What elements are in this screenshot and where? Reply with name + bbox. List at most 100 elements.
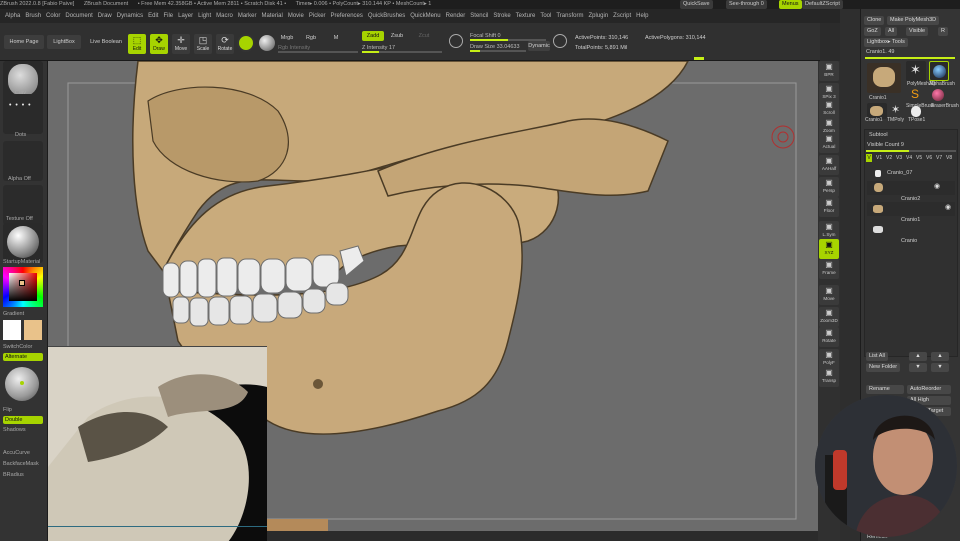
lightbox-button[interactable]: LightBox (47, 35, 81, 49)
new-folder-button[interactable]: New Folder (866, 363, 901, 372)
menu-picker[interactable]: Picker (309, 9, 326, 23)
menu-movie[interactable]: Movie (288, 9, 304, 23)
subtool-v8[interactable]: V8 (946, 155, 952, 161)
menu-transform[interactable]: Transform (556, 9, 583, 23)
menu-quickbrushes[interactable]: QuickBrushes (368, 9, 405, 23)
home-page-button[interactable]: Home Page (4, 35, 44, 49)
visibility-eye-icon[interactable]: ◉ (934, 182, 940, 190)
goz-button[interactable]: GoZ (864, 27, 881, 36)
shelf-zoom3d-button[interactable]: ▣ Zoom3D (819, 307, 839, 327)
switch-color-button[interactable]: SwitchColor (3, 344, 32, 350)
flip-button[interactable]: Flip (3, 407, 12, 413)
stroke-thumbnail[interactable]: • • • • (3, 94, 43, 134)
subtool-v5[interactable]: V5 (916, 155, 922, 161)
menu-zplugin[interactable]: Zplugin (588, 9, 608, 23)
autoreorder-button[interactable]: AutoReorder (907, 385, 951, 394)
menu-zscript[interactable]: Zscript (613, 9, 631, 23)
material-sphere-icon[interactable] (237, 34, 255, 52)
focal-shift-slider[interactable]: Focal Shift 0 (470, 32, 546, 41)
shelf-persp-button[interactable]: ▣ Persp (819, 177, 839, 197)
tool-simplebrush[interactable]: S (906, 87, 926, 103)
move-button[interactable]: ✛ Move (172, 34, 190, 54)
menu-alpha[interactable]: Alpha (5, 9, 20, 23)
live-boolean-button[interactable]: Live Boolean (85, 35, 127, 49)
alpha-thumbnail[interactable] (3, 141, 43, 181)
menu-stroke[interactable]: Stroke (493, 9, 510, 23)
shelf-frame-button[interactable]: ▣ Frame (819, 259, 839, 279)
subtool-v7[interactable]: V7 (936, 155, 942, 161)
menu-dynamics[interactable]: Dynamics (117, 9, 143, 23)
menu-texture[interactable]: Texture (516, 9, 536, 23)
menu-quickmenu[interactable]: QuickMenu (410, 9, 440, 23)
default-zscript-button[interactable]: DefaultZScript (802, 0, 843, 9)
shelf-rotate-button[interactable]: ▣ Rotate (819, 327, 839, 347)
menu-brush[interactable]: Brush (25, 9, 41, 23)
edit-button[interactable]: ⬚ Edit (128, 34, 146, 54)
tool-alphabrush[interactable] (929, 61, 949, 81)
shelf-bpr-button[interactable]: ▣ BPR (819, 61, 839, 81)
double-button[interactable]: Double (3, 416, 43, 424)
main-color-swatch[interactable] (24, 320, 42, 340)
arrow-down-button[interactable]: ▼ (909, 363, 927, 372)
subtool-v1[interactable]: V1 (876, 155, 882, 161)
rgb-intensity-slider[interactable]: Rgb Intensity (278, 44, 358, 53)
menu-help[interactable]: Help (636, 9, 648, 23)
visible-count-slider[interactable]: Visible Count 9 (867, 142, 904, 148)
tool-cranio1-thumb[interactable] (867, 63, 901, 93)
menu-light[interactable]: Light (198, 9, 211, 23)
tool-eraserbrush[interactable] (929, 87, 949, 103)
subtool-row-cranio2[interactable]: ◉ (867, 181, 955, 195)
menu-material[interactable]: Material (262, 9, 283, 23)
menu-render[interactable]: Render (446, 9, 466, 23)
subtool-v3[interactable]: V3 (896, 155, 902, 161)
subtool-v2[interactable]: V2 (886, 155, 892, 161)
current-tool-slider[interactable]: Cranio1. 49 (866, 49, 894, 55)
tool-polymesh3d[interactable]: ✶ (906, 61, 926, 81)
z-intensity-slider[interactable]: Z Intensity 17 (362, 44, 442, 53)
subtool-v-tab-active[interactable]: V (866, 154, 872, 162)
m-button[interactable]: M (330, 31, 342, 45)
shelf-aahalf-button[interactable]: ▣ AAHalf (819, 155, 839, 175)
visible-button[interactable]: Visible (906, 27, 929, 36)
rgb-button[interactable]: Rgb (303, 31, 319, 45)
menu-document[interactable]: Document (65, 9, 92, 23)
arrow-down-alt-button[interactable]: ▼ (931, 363, 949, 372)
menu-preferences[interactable]: Preferences (331, 9, 363, 23)
shelf-l-sym-button[interactable]: ▣ L.Sym (819, 221, 839, 241)
arrow-up-alt-button[interactable]: ▲ (931, 352, 949, 361)
color-sphere-icon[interactable] (259, 35, 275, 51)
list-all-button[interactable]: List All (866, 352, 888, 361)
menus-button[interactable]: Menus (779, 0, 802, 9)
subtool-v6[interactable]: V6 (926, 155, 932, 161)
subtool-header[interactable]: Subtool (869, 132, 888, 138)
shelf-move-button[interactable]: ▣ Move (819, 285, 839, 305)
mrgb-button[interactable]: Mrgb (278, 31, 296, 45)
shelf-actual-button[interactable]: ▣ Actual (819, 133, 839, 153)
dynamic-button[interactable]: Dynamic (528, 41, 550, 51)
draw-button[interactable]: ✥ Draw (150, 34, 168, 54)
menu-color[interactable]: Color (46, 9, 60, 23)
color-square[interactable] (9, 273, 37, 301)
scale-button[interactable]: ◳ Scale (194, 34, 212, 54)
arrow-up-button[interactable]: ▲ (909, 352, 927, 361)
shadows-button[interactable]: Shadows (3, 427, 26, 433)
rename-button[interactable]: Rename (866, 385, 904, 394)
menu-edit[interactable]: Edit (148, 9, 158, 23)
all-button[interactable]: All (885, 27, 898, 36)
quicksave-button[interactable]: QuickSave (680, 0, 713, 9)
backfacemask-button[interactable]: BackfaceMask (3, 461, 39, 467)
subtool-row-cranio1[interactable]: ◉ (867, 202, 955, 216)
shelf-xyz-button[interactable]: ▣ XYZ (819, 239, 839, 259)
subtool-row-cranio07[interactable]: Cranio_07 (867, 169, 955, 179)
zcut-button[interactable]: Zcut (414, 31, 434, 41)
r-button[interactable]: R (938, 27, 948, 36)
menu-tool[interactable]: Tool (540, 9, 551, 23)
rotate-button[interactable]: ⟳ Rotate (216, 34, 234, 54)
alternate-button[interactable]: Alternate (3, 353, 43, 361)
shelf-floor-button[interactable]: ▣ Floor (819, 197, 839, 217)
menu-file[interactable]: File (163, 9, 173, 23)
menu-draw[interactable]: Draw (98, 9, 112, 23)
shelf-polyf-button[interactable]: ▣ PolyF (819, 349, 839, 369)
subtool-row-cranio[interactable] (867, 223, 955, 237)
draw-size-slider[interactable]: Draw Size 33.04633 (470, 43, 526, 52)
